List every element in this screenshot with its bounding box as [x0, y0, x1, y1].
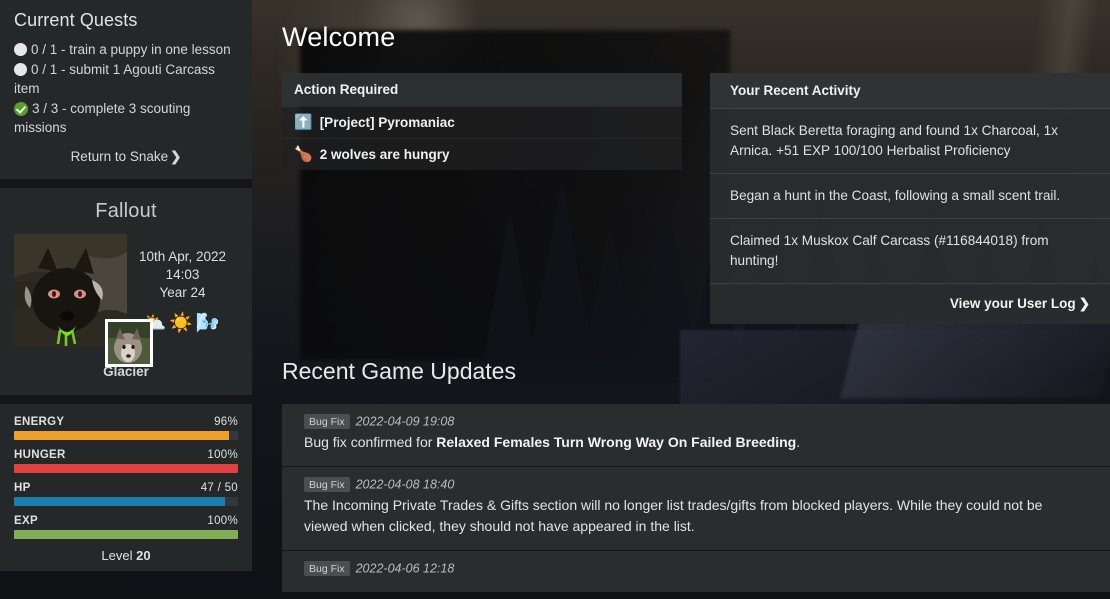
sidebar-divider [0, 395, 252, 404]
level-value: 20 [136, 548, 151, 563]
sidebar-divider [0, 179, 252, 188]
quest-item[interactable]: 0 / 1 - train a puppy in one lesson [14, 40, 238, 59]
stat-bar-track [14, 464, 238, 473]
stat-label: ENERGY [14, 416, 65, 428]
game-time: 14:03 [165, 267, 200, 282]
game-dashboard: Current Quests 0 / 1 - train a puppy in … [0, 0, 1110, 599]
quests-title: Current Quests [14, 10, 138, 30]
stat-energy: ENERGY 96% [14, 416, 238, 440]
quest-item-label: 3 / 3 - complete 3 scouting missions [14, 101, 191, 135]
character-name: Fallout [95, 200, 157, 222]
stat-bar-fill [14, 431, 230, 440]
wolf-photo-icon [108, 322, 150, 364]
sidebar: Current Quests 0 / 1 - train a puppy in … [0, 0, 252, 599]
circle-empty-icon [14, 63, 27, 76]
stat-label: HP [14, 482, 31, 494]
quests-list: 0 / 1 - train a puppy in one lesson 0 / … [14, 40, 238, 137]
stat-bar-fill [14, 497, 225, 506]
circle-check-icon [14, 102, 28, 116]
quest-item-label: 0 / 1 - submit 1 Agouti Carcass item [14, 62, 215, 96]
return-to-snake-link[interactable]: Return to Snake ❯ [14, 149, 238, 165]
return-link-label: Return to Snake [70, 149, 169, 164]
stat-value: 100% [207, 515, 238, 527]
quests-panel: Current Quests 0 / 1 - train a puppy in … [0, 0, 252, 179]
stat-bar-track [14, 431, 238, 440]
game-date: 10th Apr, 2022 [138, 249, 227, 264]
quest-item[interactable]: 0 / 1 - submit 1 Agouti Carcass item [14, 60, 238, 98]
quest-item-label: 0 / 1 - train a puppy in one lesson [31, 42, 231, 57]
avatar[interactable] [14, 234, 153, 367]
quest-item[interactable]: 3 / 3 - complete 3 scouting missions [14, 99, 238, 137]
stat-label: EXP [14, 515, 38, 527]
chevron-right-icon: ❯ [170, 149, 182, 164]
stat-bar-fill [14, 530, 238, 539]
stat-value: 100% [207, 449, 238, 461]
avatar-thumbnail[interactable] [105, 319, 153, 367]
stat-value: 47 / 50 [200, 482, 238, 494]
stat-value: 96% [214, 416, 238, 428]
level-line: Level 20 [14, 548, 238, 563]
character-panel: Fallout 10th Apr, 2022 14:03 Year 24 ⛅☀️… [0, 188, 252, 395]
stats-panel: ENERGY 96% HUNGER 100% HP 47 / 50 EXP 10… [0, 404, 252, 571]
stat-exp: EXP 100% [14, 515, 238, 539]
wind-icon: 🌬️ [195, 313, 223, 334]
stat-bar-fill [14, 464, 238, 473]
stat-bar-track [14, 497, 238, 506]
stat-bar-track [14, 530, 238, 539]
main-content [252, 0, 1110, 599]
game-year: Year 24 [159, 285, 206, 300]
stat-hunger: HUNGER 100% [14, 449, 238, 473]
sun-icon: ☀️ [169, 313, 196, 334]
stat-hp: HP 47 / 50 [14, 482, 238, 506]
stat-label: HUNGER [14, 449, 66, 461]
level-prefix: Level [101, 548, 137, 563]
circle-empty-icon [14, 43, 27, 56]
